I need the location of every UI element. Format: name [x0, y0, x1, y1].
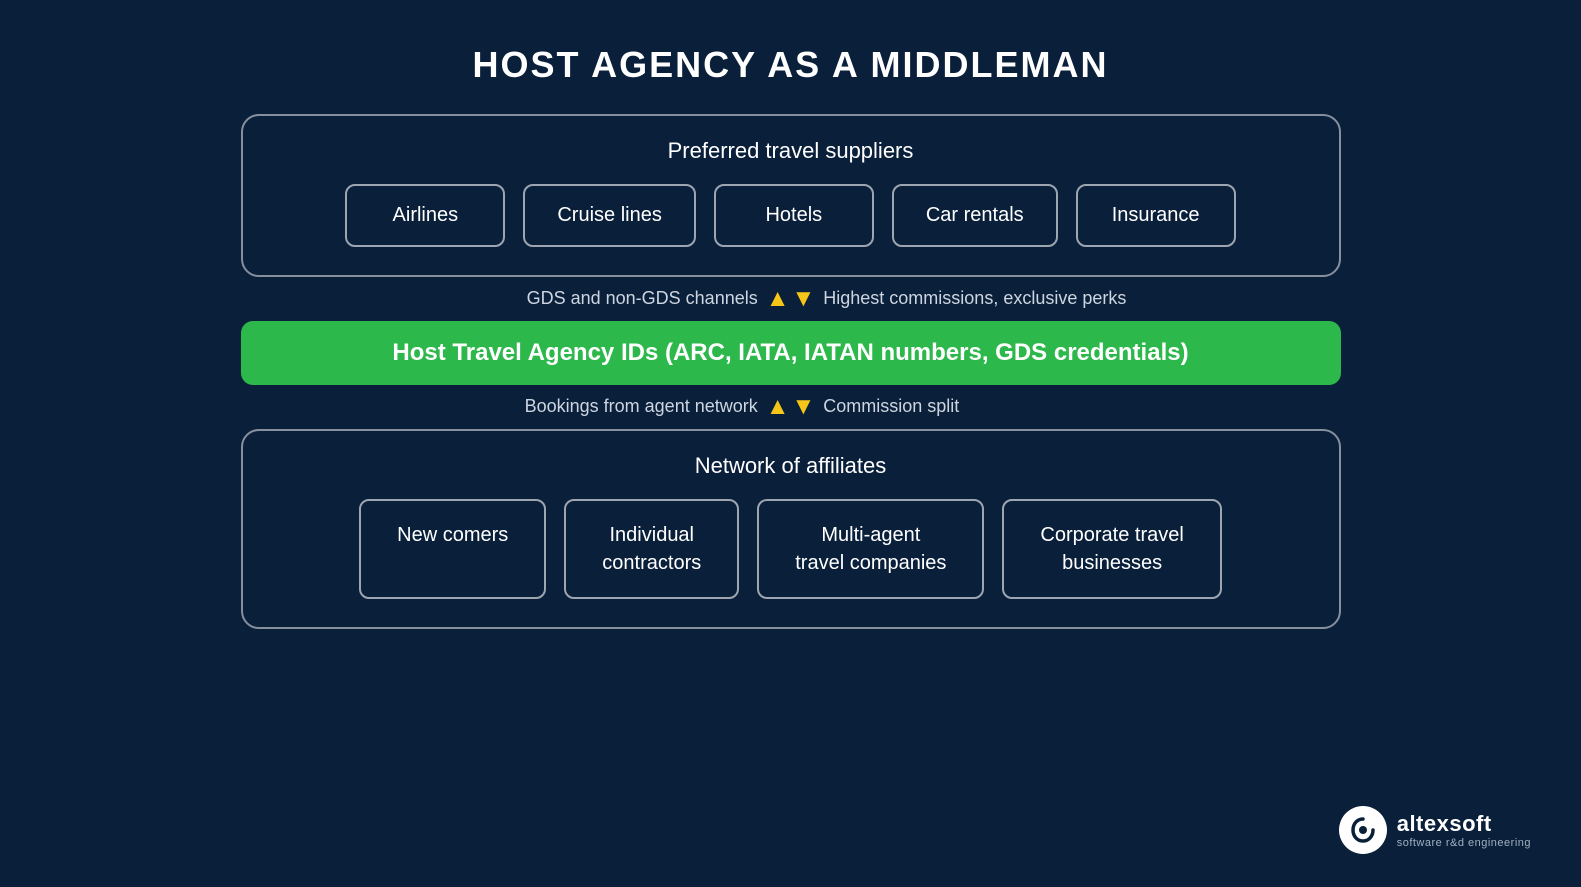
affiliate-multi-agent: Multi-agenttravel companies	[757, 499, 984, 599]
top-arrow-left-text: GDS and non-GDS channels	[241, 288, 766, 309]
up-arrow-icon-2: ▲	[766, 395, 790, 419]
down-arrow-icon-2: ▼	[792, 395, 816, 419]
down-arrow-icon: ▼	[792, 287, 816, 311]
bottom-arrow-right-text: Commission split	[815, 396, 1340, 417]
top-arrow-section: GDS and non-GDS channels ▲ ▼ Highest com…	[241, 277, 1341, 321]
suppliers-box: Preferred travel suppliers Airlines Crui…	[241, 114, 1341, 277]
bottom-arrow-section: Bookings from agent network ▲ ▼ Commissi…	[241, 385, 1341, 429]
bottom-arrow-left-text: Bookings from agent network	[241, 396, 766, 417]
affiliates-cards: New comers Individualcontractors Multi-a…	[359, 499, 1222, 599]
supplier-airlines: Airlines	[345, 184, 505, 247]
supplier-car-rentals: Car rentals	[892, 184, 1058, 247]
supplier-insurance: Insurance	[1076, 184, 1236, 247]
slide-container: HOST AGENCY AS A MIDDLEMAN Preferred tra…	[50, 34, 1531, 854]
altexsoft-logo-icon	[1339, 806, 1387, 854]
logo-text: altexsoft software r&d engineering	[1397, 811, 1531, 849]
affiliates-box: Network of affiliates New comers Individ…	[241, 429, 1341, 629]
suppliers-label: Preferred travel suppliers	[668, 138, 914, 164]
affiliates-label: Network of affiliates	[695, 453, 887, 479]
supplier-cruise-lines: Cruise lines	[523, 184, 695, 247]
bottom-arrows: ▲ ▼	[766, 395, 816, 419]
top-arrow-right-text: Highest commissions, exclusive perks	[815, 288, 1340, 309]
affiliate-new-comers: New comers	[359, 499, 546, 599]
affiliate-corporate-travel: Corporate travelbusinesses	[1002, 499, 1221, 599]
diagram: Preferred travel suppliers Airlines Crui…	[231, 114, 1351, 629]
up-arrow-icon: ▲	[766, 287, 790, 311]
main-title: HOST AGENCY AS A MIDDLEMAN	[472, 44, 1108, 86]
logo-name: altexsoft	[1397, 811, 1531, 837]
logo-area: altexsoft software r&d engineering	[1339, 806, 1531, 854]
host-agency-bar: Host Travel Agency IDs (ARC, IATA, IATAN…	[241, 321, 1341, 385]
top-arrows: ▲ ▼	[766, 287, 816, 311]
host-agency-label: Host Travel Agency IDs (ARC, IATA, IATAN…	[392, 339, 1188, 366]
suppliers-cards: Airlines Cruise lines Hotels Car rentals…	[345, 184, 1235, 247]
logo-subtitle: software r&d engineering	[1397, 837, 1531, 849]
affiliate-individual-contractors: Individualcontractors	[564, 499, 739, 599]
supplier-hotels: Hotels	[714, 184, 874, 247]
